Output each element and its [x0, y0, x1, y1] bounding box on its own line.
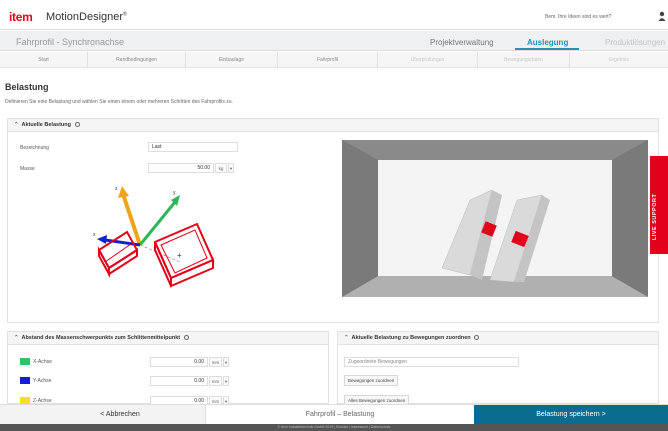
axis-label: X-Achse	[33, 359, 52, 365]
axis-unit-dropdown[interactable]: ▾	[223, 376, 229, 386]
axis-distance-input[interactable]: 0.00	[150, 376, 208, 386]
mass-unit: kg	[215, 163, 227, 173]
step-randbedingungen[interactable]: Randbedingungen	[88, 52, 186, 68]
axis-distance-input[interactable]: 0.00	[150, 357, 208, 367]
axis-distance-unit: mm	[209, 357, 222, 367]
axis-label: Y-Achse	[33, 378, 52, 384]
step-bewegungsdaten[interactable]: Bewegungsdaten	[478, 52, 570, 68]
x-axis-head	[97, 235, 107, 244]
z-axis-head	[118, 186, 129, 198]
name-input[interactable]: Last	[148, 142, 238, 152]
step-fahrprofil[interactable]: Fahrprofil	[278, 52, 378, 68]
center-crosshair: +	[177, 251, 182, 260]
info-icon[interactable]	[74, 122, 80, 128]
nav-projektverwaltung[interactable]: Projektverwaltung	[430, 38, 494, 47]
distance-title: Abstand des Massenschwerpunkts zum Schli…	[21, 335, 181, 341]
step-start[interactable]: Start	[0, 52, 88, 68]
current-load-title: Aktuelle Belastung	[21, 122, 71, 128]
z-axis-label: z	[115, 186, 118, 192]
assign-movements-button[interactable]: Bewegungen zuordnen	[344, 375, 399, 386]
name-label: Bezeichnung	[20, 145, 49, 151]
distance-header[interactable]: ⌃ Abstand des Massenschwerpunkts zum Sch…	[8, 332, 328, 345]
axis-color-swatch	[20, 377, 30, 384]
collapse-icon[interactable]: ⌃	[14, 335, 19, 341]
step-ueberpruefungen[interactable]: Überprüfungen	[378, 52, 478, 68]
app-title: MotionDesigner®	[46, 11, 127, 23]
nav-auslegung[interactable]: Auslegung	[527, 38, 568, 47]
assign-header[interactable]: ⌃ Aktuelle Belastung zu Bewegungen zuord…	[338, 332, 658, 345]
axis-distance-unit: mm	[209, 376, 222, 386]
current-load-header[interactable]: ⌃ Aktuelle Belastung	[8, 119, 658, 132]
info-icon[interactable]	[183, 335, 189, 341]
page-description: Definieren Sie eine Belastung und wählen…	[5, 99, 233, 105]
assigned-movements-field[interactable]: Zugeordnete Bewegungen	[344, 357, 519, 367]
user-icon[interactable]	[658, 11, 666, 21]
load-3d-preview[interactable]	[342, 140, 648, 297]
live-support-label: LIVE SUPPORT	[652, 193, 658, 240]
mass-unit-dropdown[interactable]: ▾	[228, 163, 234, 173]
app-name: MotionDesigner	[46, 11, 124, 23]
info-icon[interactable]	[474, 335, 480, 341]
item-logo[interactable]: item	[9, 10, 33, 24]
step-einbaulage[interactable]: Einbaulage	[186, 52, 278, 68]
axis-color-swatch	[20, 397, 30, 404]
footer-context: Fahrprofil – Belastung	[205, 405, 475, 424]
app-suffix: ®	[123, 11, 127, 18]
axis-color-swatch	[20, 358, 30, 365]
axis-unit-dropdown[interactable]: ▾	[223, 357, 229, 367]
mass-input[interactable]: 50.00	[148, 163, 214, 173]
assign-title: Aktuelle Belastung zu Bewegungen zuordne…	[351, 335, 471, 341]
y-axis-arrow	[138, 201, 177, 246]
nav-produktloesungen[interactable]: Produktlösungen	[605, 38, 665, 47]
mass-label: Masse	[20, 166, 35, 172]
step-ergebnis[interactable]: Ergebnis	[570, 52, 668, 68]
nav-active-indicator	[515, 48, 579, 50]
copyright-bar: © item Industrietechnik GmbH 2019 | Kont…	[0, 424, 668, 431]
x-axis-label: x	[93, 232, 96, 238]
collapse-icon[interactable]: ⌃	[14, 122, 19, 128]
cancel-button[interactable]: < Abbrechen	[40, 405, 200, 424]
header-question-link[interactable]: Bem. Ihre Ideen sind es wert?	[545, 14, 611, 20]
project-title: Fahrprofil - Synchronachse	[16, 37, 125, 47]
z-axis-arrow	[121, 193, 142, 246]
y-axis-label: y	[173, 190, 176, 196]
save-load-button[interactable]: Belastung speichern >	[474, 405, 668, 424]
load-axis-illustration: z y x +	[93, 186, 215, 288]
collapse-icon[interactable]: ⌃	[344, 335, 349, 341]
page-title: Belastung	[5, 82, 49, 92]
